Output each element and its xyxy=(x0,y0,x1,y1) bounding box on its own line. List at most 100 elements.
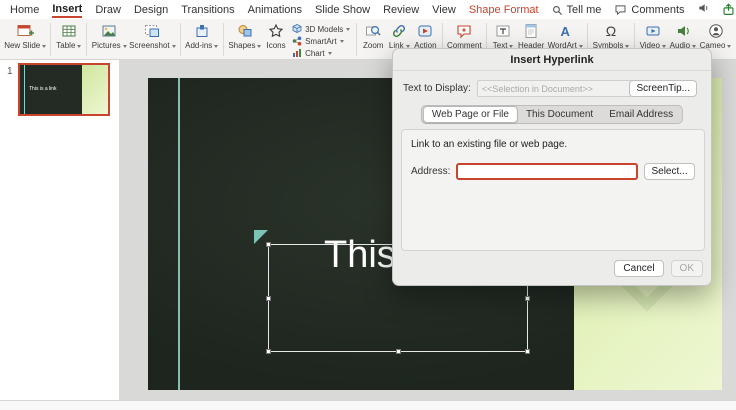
slide-number: 1 xyxy=(7,66,13,77)
screenshot-icon xyxy=(144,22,160,40)
new-slide-button[interactable]: New Slide xyxy=(3,21,47,50)
group-divider xyxy=(356,23,357,56)
menu-tab-slide-show[interactable]: Slide Show xyxy=(315,2,370,17)
omega-icon: Ω xyxy=(606,22,616,40)
wordart-button[interactable]: A WordArt xyxy=(546,21,584,50)
tab-email-address[interactable]: Email Address xyxy=(601,107,681,122)
tab-web-page-or-file[interactable]: Web Page or File xyxy=(423,106,518,123)
comment-button[interactable]: Comment xyxy=(445,21,483,50)
text-to-display-input[interactable] xyxy=(477,80,639,97)
tab-this-document[interactable]: This Document xyxy=(518,107,601,122)
speaker-icon[interactable] xyxy=(697,2,710,17)
menu-tab-view[interactable]: View xyxy=(432,2,456,17)
3d-models-icon xyxy=(292,24,302,34)
wordart-icon: A xyxy=(561,22,570,40)
group-divider xyxy=(223,23,224,56)
address-label: Address: xyxy=(411,166,450,177)
group-divider xyxy=(86,23,87,56)
share-button[interactable]: Share xyxy=(722,3,736,16)
group-divider xyxy=(50,23,51,56)
group-divider xyxy=(180,23,181,56)
menu-tab-draw[interactable]: Draw xyxy=(95,2,121,17)
chevron-down-icon xyxy=(42,45,46,48)
link-button[interactable]: Link xyxy=(386,21,412,50)
table-button[interactable]: Table xyxy=(54,21,83,50)
selection-handle[interactable] xyxy=(266,349,271,354)
chevron-down-icon xyxy=(328,52,332,55)
chart-icon xyxy=(292,48,302,58)
selection-handle[interactable] xyxy=(266,296,271,301)
menu-tab-animations[interactable]: Animations xyxy=(248,2,302,17)
selection-handle[interactable] xyxy=(525,349,530,354)
add-ins-icon xyxy=(194,22,210,40)
menu-tab-home[interactable]: Home xyxy=(10,2,39,17)
screenshot-button[interactable]: Screenshot xyxy=(128,21,176,50)
cancel-button[interactable]: Cancel xyxy=(614,260,663,277)
menu-tab-design[interactable]: Design xyxy=(134,2,168,17)
header-footer-button[interactable]: Header xyxy=(516,21,546,50)
ok-button[interactable]: OK xyxy=(671,260,703,277)
chevron-down-icon xyxy=(257,45,261,48)
powerpoint-window: Home Insert Draw Design Transitions Anim… xyxy=(0,0,736,410)
slide-accent-line xyxy=(178,78,180,390)
video-button[interactable]: Video xyxy=(638,21,668,50)
menu-tab-transitions[interactable]: Transitions xyxy=(181,2,234,17)
icons-star-icon xyxy=(268,22,284,40)
text-to-display-label: Text to Display: xyxy=(403,83,471,94)
pictures-icon xyxy=(101,22,117,40)
comment-bubble-icon xyxy=(614,4,627,16)
icons-button[interactable]: Icons xyxy=(263,21,289,50)
selection-handle[interactable] xyxy=(396,349,401,354)
share-icon xyxy=(722,3,735,16)
slide-thumbnail[interactable]: This is a link xyxy=(18,63,110,116)
shapes-button[interactable]: Shapes xyxy=(227,21,263,50)
symbols-button[interactable]: Ω Symbols xyxy=(591,21,631,50)
action-button[interactable]: Action xyxy=(412,21,438,50)
insert-hyperlink-dialog: Insert Hyperlink Text to Display: Screen… xyxy=(392,48,712,286)
illustrations-stack: 3D Models SmartArt Chart xyxy=(289,21,353,58)
pictures-button[interactable]: Pictures xyxy=(90,21,128,50)
comments-button[interactable]: Comments xyxy=(614,4,684,16)
select-file-button[interactable]: Select... xyxy=(644,163,694,180)
chevron-down-icon xyxy=(727,45,731,48)
menu-tab-insert[interactable]: Insert xyxy=(52,1,82,18)
3d-models-button[interactable]: 3D Models xyxy=(292,24,350,34)
text-box-button[interactable]: Text xyxy=(490,21,516,50)
smartart-button[interactable]: SmartArt xyxy=(292,36,350,46)
menu-bar: Home Insert Draw Design Transitions Anim… xyxy=(0,0,736,19)
zoom-icon xyxy=(365,22,381,40)
chevron-down-icon xyxy=(172,45,176,48)
add-ins-button[interactable]: Add-ins xyxy=(184,21,220,50)
selection-handle[interactable] xyxy=(266,242,271,247)
status-bar xyxy=(0,400,736,410)
action-icon xyxy=(417,22,433,40)
chevron-down-icon xyxy=(340,40,344,43)
search-icon xyxy=(552,5,563,16)
thumbnail-accent-line xyxy=(24,65,25,114)
chevron-down-icon xyxy=(214,45,218,48)
zoom-button[interactable]: Zoom xyxy=(360,21,386,50)
chevron-down-icon xyxy=(123,45,127,48)
dialog-title: Insert Hyperlink xyxy=(510,54,593,66)
table-icon xyxy=(61,22,77,40)
cameo-button[interactable]: Cameo xyxy=(698,21,733,50)
header-footer-icon xyxy=(523,22,539,40)
menu-tab-shape-format[interactable]: Shape Format xyxy=(469,2,539,17)
chart-button[interactable]: Chart xyxy=(292,48,350,58)
link-options-panel: Link to an existing file or web page. Ad… xyxy=(401,129,705,251)
selection-handle[interactable] xyxy=(525,296,530,301)
menu-tab-review[interactable]: Review xyxy=(383,2,419,17)
chevron-down-icon xyxy=(77,45,81,48)
video-icon xyxy=(645,22,661,40)
audio-icon xyxy=(675,22,691,40)
link-icon xyxy=(391,22,407,40)
screentip-button[interactable]: ScreenTip... xyxy=(629,80,697,97)
tell-me-button[interactable]: Tell me xyxy=(552,2,602,17)
address-input[interactable] xyxy=(456,163,638,180)
audio-button[interactable]: Audio xyxy=(668,21,698,50)
dialog-titlebar[interactable]: Insert Hyperlink xyxy=(393,49,711,71)
shapes-icon xyxy=(237,22,253,40)
instruction-text: Link to an existing file or web page. xyxy=(411,139,567,150)
new-slide-icon xyxy=(17,22,34,40)
chevron-down-icon xyxy=(346,28,350,31)
